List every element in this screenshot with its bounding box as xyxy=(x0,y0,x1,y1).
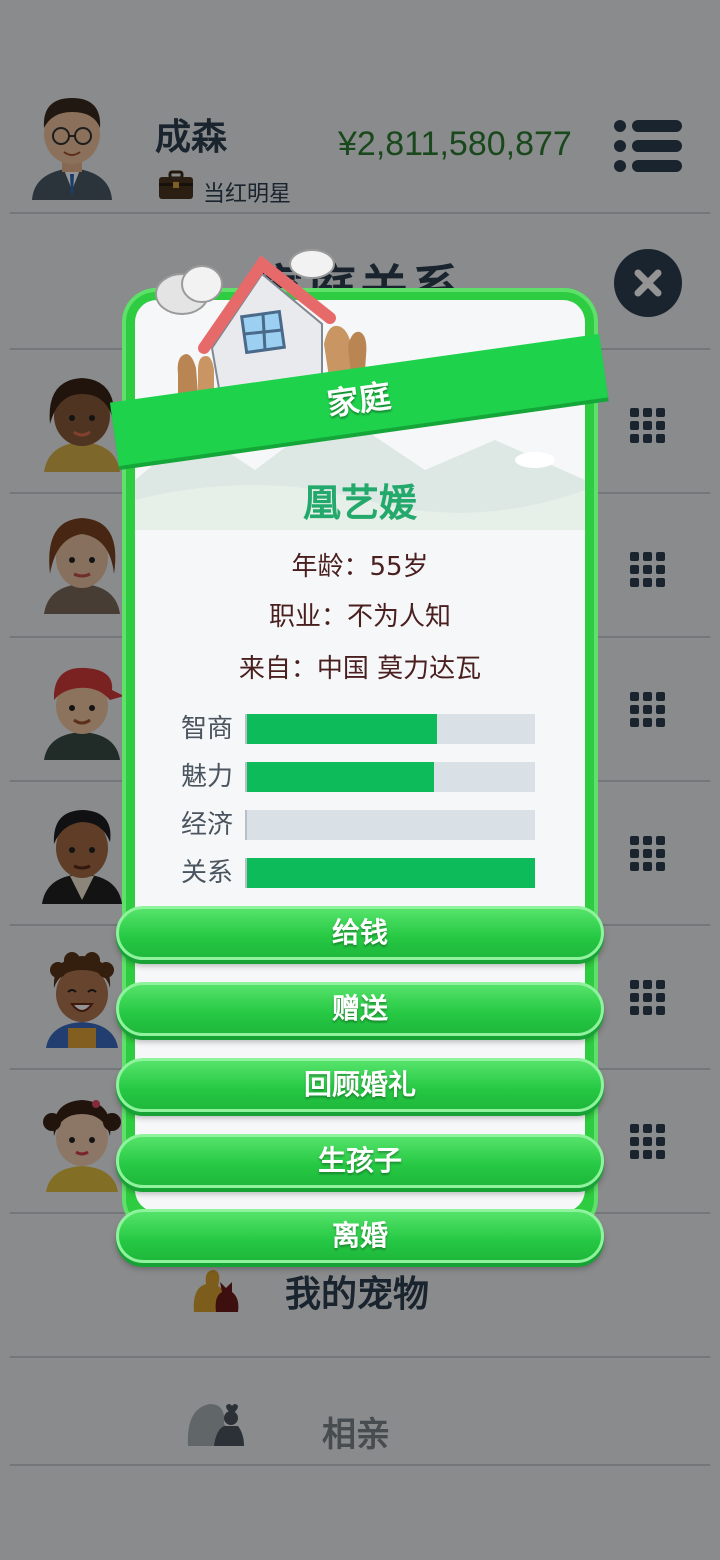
job-value: 不为人知 xyxy=(347,602,452,632)
stat-row-economy: 经济 xyxy=(135,809,585,841)
stat-bar xyxy=(245,810,535,840)
stat-label: 智商 xyxy=(181,714,234,744)
job-line: 职业：不为人知 xyxy=(135,596,585,633)
stat-row-intelligence: 智商 xyxy=(135,713,585,745)
origin-key: 来自： xyxy=(238,654,317,684)
stat-fill xyxy=(247,714,438,744)
origin-value: 中国 莫力达瓦 xyxy=(316,654,482,684)
stat-label: 关系 xyxy=(181,858,234,888)
have-child-button[interactable]: 生孩子 xyxy=(116,1134,604,1188)
stat-bar xyxy=(245,858,535,888)
person-name: 凰艺媛 xyxy=(302,481,417,525)
stat-fill xyxy=(247,858,535,888)
age-value: 55岁 xyxy=(369,552,429,582)
stat-row-relationship: 关系 xyxy=(135,857,585,889)
age-line: 年龄：55岁 xyxy=(135,546,585,583)
job-key: 职业： xyxy=(268,602,347,632)
stat-label: 魅力 xyxy=(181,762,234,792)
age-key: 年龄： xyxy=(291,552,370,582)
stat-row-charm: 魅力 xyxy=(135,761,585,793)
give-money-button[interactable]: 给钱 xyxy=(116,906,604,960)
stat-bar xyxy=(245,714,535,744)
divorce-button[interactable]: 离婚 xyxy=(116,1209,604,1263)
stat-bar xyxy=(245,762,535,792)
review-wedding-button[interactable]: 回顾婚礼 xyxy=(116,1058,604,1112)
origin-line: 来自：中国 莫力达瓦 xyxy=(135,648,585,685)
stat-label: 经济 xyxy=(181,810,234,840)
gift-button[interactable]: 赠送 xyxy=(116,982,604,1036)
stat-fill xyxy=(247,762,435,792)
